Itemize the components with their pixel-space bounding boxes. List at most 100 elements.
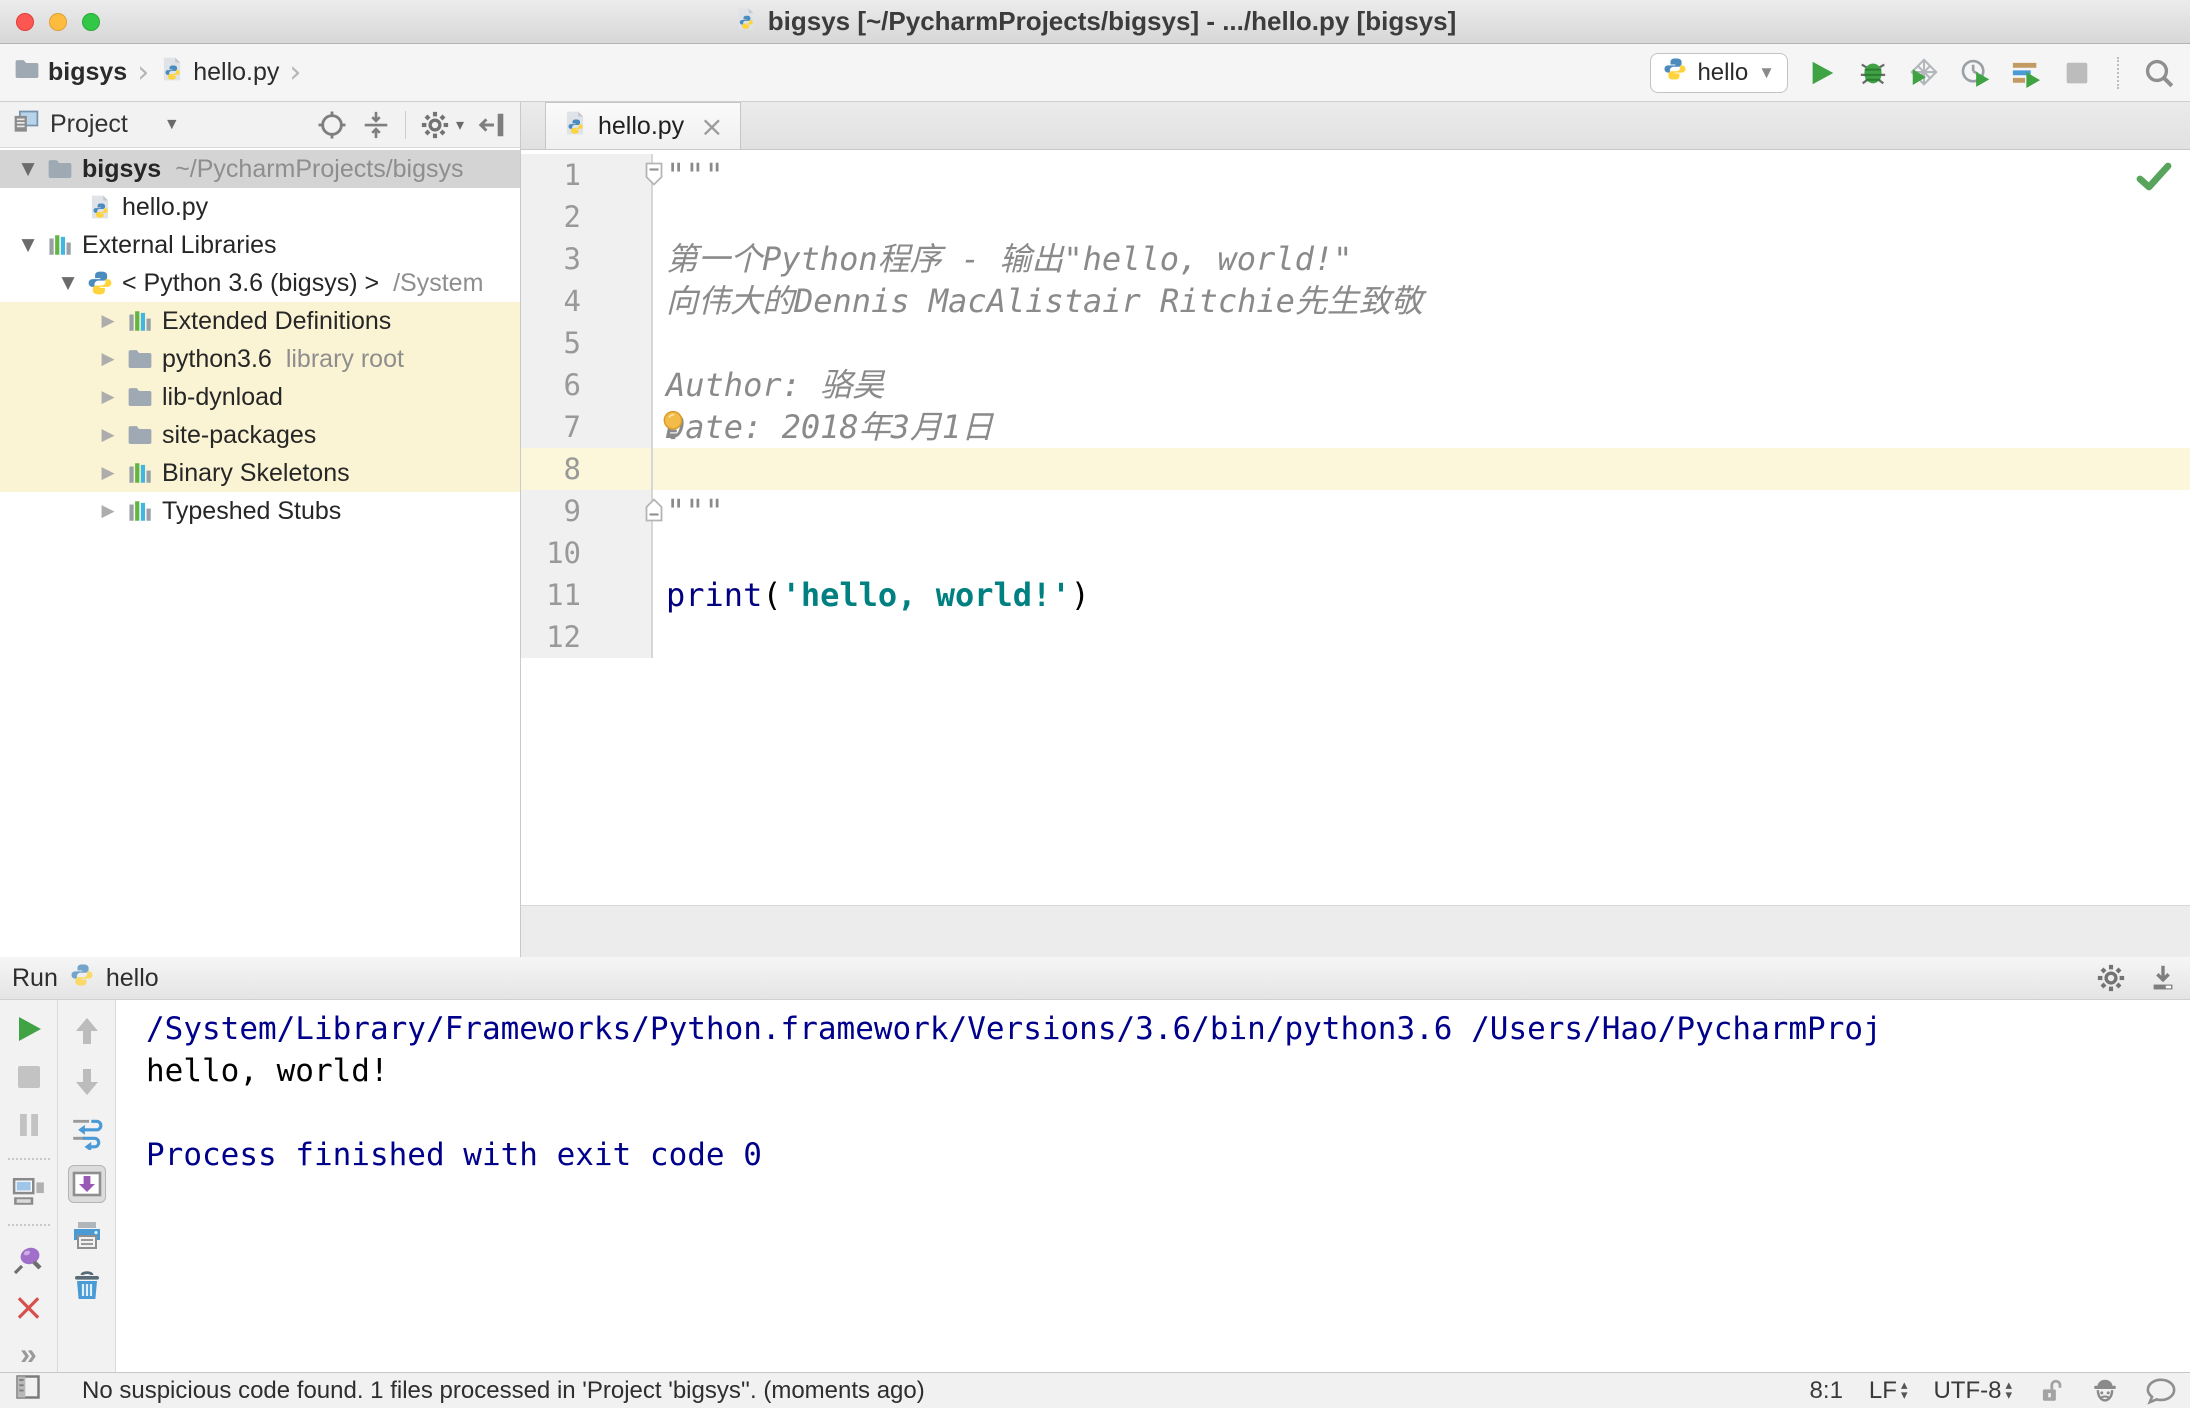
clear-trash-icon[interactable] — [68, 1267, 106, 1305]
editor-gutter[interactable]: 4 — [521, 280, 653, 322]
run-configuration-select[interactable]: hello ▼ — [1650, 52, 1788, 93]
line-number: 7 — [563, 410, 581, 444]
profiler-icon[interactable] — [1958, 56, 1992, 90]
intention-bulb-icon[interactable] — [659, 409, 687, 446]
code-text: 第一个Python程序 - 输出"hello, world!" — [666, 240, 1353, 278]
hide-toolwindow-icon[interactable] — [2148, 963, 2178, 993]
code-line-5[interactable]: 5 — [521, 322, 2190, 364]
code-line-12[interactable]: 12 — [521, 616, 2190, 658]
code-text: Author: 骆昊 — [666, 366, 885, 404]
concurrency-diagram-icon[interactable] — [2009, 56, 2043, 90]
gear-icon[interactable] — [2096, 963, 2126, 993]
editor-gutter[interactable]: 3 — [521, 238, 653, 280]
minimize-window-button[interactable] — [49, 12, 67, 31]
tree-collapsed-arrow-icon[interactable]: ▶ — [92, 501, 124, 521]
tree-collapsed-arrow-icon[interactable]: ▶ — [92, 349, 124, 369]
tree-item-typeshed-stubs[interactable]: ▶ Typeshed Stubs — [0, 492, 520, 530]
caret-position[interactable]: 8:1 — [1810, 1377, 1843, 1405]
editor-gutter[interactable]: 2 — [521, 196, 653, 238]
code-line-4[interactable]: 4 向伟大的Dennis MacAlistair Ritchie先生致敬 — [521, 280, 2190, 322]
code-area[interactable]: 1 """ 2 3 第一个Python程序 - 输出"hello, world!" 4 向伟… — [521, 150, 2190, 905]
tree-item-external-libraries[interactable]: ▼ External Libraries — [0, 226, 520, 264]
hector-inspector-icon[interactable] — [2090, 1376, 2120, 1406]
close-window-button[interactable] — [16, 12, 34, 31]
fold-marker-icon[interactable] — [643, 162, 665, 191]
breadcrumb-item-bigsys[interactable]: bigsys — [48, 58, 127, 87]
stop-icon[interactable] — [10, 1060, 48, 1095]
search-everywhere-icon[interactable] — [2142, 56, 2176, 90]
soft-wrap-icon[interactable] — [68, 1114, 106, 1152]
tree-item-bigsys[interactable]: ▼ bigsys ~/PycharmProjects/bigsys — [0, 150, 520, 188]
editor-gutter[interactable]: 10 — [521, 532, 653, 574]
rerun-icon[interactable] — [10, 1012, 48, 1047]
feedback-bubble-icon[interactable] — [2146, 1376, 2176, 1406]
editor-gutter[interactable]: 6 — [521, 364, 653, 406]
close-icon[interactable]: × — [10, 1288, 48, 1326]
tree-expanded-arrow-icon[interactable]: ▼ — [12, 235, 44, 255]
tree-collapsed-arrow-icon[interactable]: ▶ — [92, 387, 124, 407]
debug-bug-icon[interactable] — [1856, 56, 1890, 90]
line-separator-select[interactable]: LF ▴ ▾ — [1869, 1377, 1908, 1405]
editor-gutter[interactable]: 11 — [521, 574, 653, 616]
code-line-9[interactable]: 9 """ — [521, 490, 2190, 532]
tree-item-hello-py[interactable]: hello.py — [0, 188, 520, 226]
tree-expanded-arrow-icon[interactable]: ▼ — [12, 159, 44, 179]
fold-marker-icon[interactable] — [643, 498, 665, 527]
tab-hello-py[interactable]: hello.py × — [545, 102, 741, 149]
code-line-7[interactable]: 7 Date: 2018年3月1日 — [521, 406, 2190, 448]
more-icon[interactable]: » — [10, 1337, 48, 1372]
breadcrumb-item-hello-py[interactable]: hello.py — [193, 58, 279, 87]
tree-item-label: hello.py — [122, 192, 209, 221]
project-tree[interactable]: ▼ bigsys ~/PycharmProjects/bigsys hello.py ▼… — [0, 148, 520, 957]
print-icon[interactable] — [68, 1216, 106, 1254]
tree-item-label: Typeshed Stubs — [162, 496, 342, 525]
up-arrow-icon[interactable] — [68, 1012, 106, 1050]
close-icon[interactable]: × — [700, 110, 723, 143]
code-line-10[interactable]: 10 — [521, 532, 2190, 574]
code-line-8[interactable]: 8 — [521, 448, 2190, 490]
gear-icon[interactable] — [420, 110, 450, 140]
editor-gutter[interactable]: 9 — [521, 490, 663, 532]
tree-expanded-arrow-icon[interactable]: ▼ — [52, 273, 84, 293]
status-message[interactable]: No suspicious code found. 1 files proces… — [82, 1377, 925, 1405]
code-line-2[interactable]: 2 — [521, 196, 2190, 238]
tree-item-extended-definitions[interactable]: ▶ Extended Definitions — [0, 302, 520, 340]
project-panel-title[interactable]: Project — [50, 110, 128, 139]
run-with-coverage-icon[interactable] — [1907, 56, 1941, 90]
editor-gutter[interactable]: 8 — [521, 448, 653, 490]
console-output[interactable]: /System/Library/Frameworks/Python.framew… — [116, 1000, 2190, 1372]
pin-icon[interactable] — [10, 1241, 48, 1276]
editor-gutter[interactable]: 1 — [521, 154, 663, 196]
scroll-to-end-icon[interactable] — [67, 1165, 106, 1203]
editor-gutter[interactable]: 12 — [521, 616, 653, 658]
run-button[interactable] — [1805, 56, 1839, 90]
code-line-6[interactable]: 6 Author: 骆昊 — [521, 364, 2190, 406]
editor-gutter[interactable]: 7 — [521, 406, 653, 448]
tree-item-site-packages[interactable]: ▶ site-packages — [0, 416, 520, 454]
toolwindow-toggle-icon[interactable] — [14, 1373, 42, 1408]
tree-item-lib-dynload[interactable]: ▶ lib-dynload — [0, 378, 520, 416]
tree-item-python-3-6-bigsys[interactable]: ▼ < Python 3.6 (bigsys) > /System — [0, 264, 520, 302]
stop-button[interactable] — [2060, 56, 2094, 90]
encoding-select[interactable]: UTF-8 ▴ ▾ — [1933, 1377, 2012, 1405]
code-line-3[interactable]: 3 第一个Python程序 - 输出"hello, world!" — [521, 238, 2190, 280]
chevron-down-icon[interactable]: ▼ — [164, 116, 180, 134]
collapse-all-icon[interactable] — [361, 110, 391, 140]
tree-collapsed-arrow-icon[interactable]: ▶ — [92, 311, 124, 331]
code-line-11[interactable]: 11 print('hello, world!') — [521, 574, 2190, 616]
tree-item-python3-6[interactable]: ▶ python3.6 library root — [0, 340, 520, 378]
tree-collapsed-arrow-icon[interactable]: ▶ — [92, 425, 124, 445]
tree-item-binary-skeletons[interactable]: ▶ Binary Skeletons — [0, 454, 520, 492]
hide-panel-icon[interactable] — [478, 110, 508, 140]
editor-gutter[interactable]: 5 — [521, 322, 653, 364]
run-panel-title[interactable]: Run — [12, 964, 58, 993]
lock-icon[interactable] — [2038, 1378, 2064, 1404]
code-line-1[interactable]: 1 """ — [521, 154, 2190, 196]
down-arrow-icon[interactable] — [68, 1063, 106, 1101]
locate-target-icon[interactable] — [317, 110, 347, 140]
library-icon — [124, 460, 156, 486]
zoom-window-button[interactable] — [82, 12, 100, 31]
tree-collapsed-arrow-icon[interactable]: ▶ — [92, 463, 124, 483]
show-console-icon[interactable] — [10, 1175, 48, 1210]
pause-icon[interactable] — [10, 1108, 48, 1143]
